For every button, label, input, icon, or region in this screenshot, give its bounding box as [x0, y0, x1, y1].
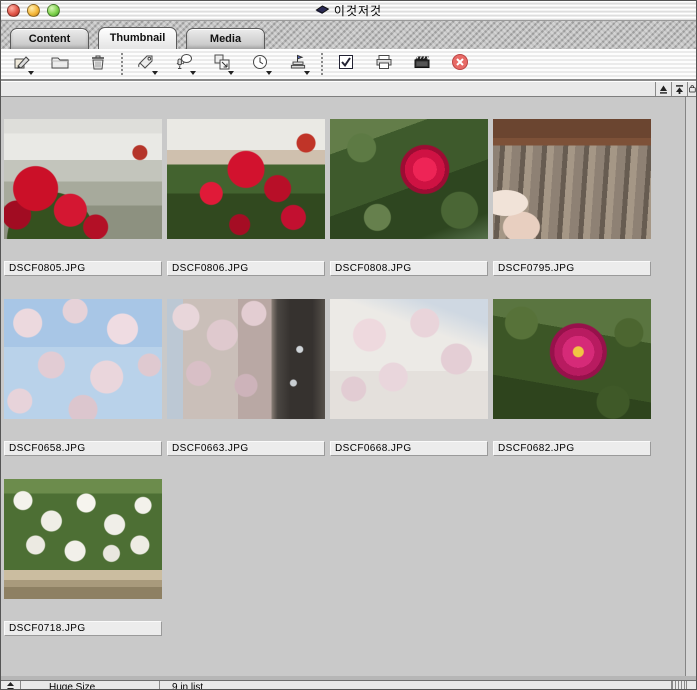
- folder-icon: [50, 52, 70, 77]
- trash-icon: [88, 52, 108, 77]
- status-bar-row: Huge Size 9 in list: [1, 681, 696, 689]
- edit-label-button[interactable]: [9, 51, 35, 77]
- thumbnail-cell: DSCF0806.JPG: [167, 119, 330, 299]
- tab-thumbnail[interactable]: Thumbnail: [98, 27, 177, 49]
- print-button[interactable]: [371, 51, 397, 77]
- sort-ascending-button[interactable]: [655, 82, 671, 96]
- media-icon: [412, 52, 432, 77]
- window-title: 이것저것: [334, 2, 382, 19]
- status-bar: Huge Size 9 in list: [1, 676, 696, 689]
- thumbnail-filename[interactable]: DSCF0682.JPG: [493, 441, 651, 456]
- thumbnail-image[interactable]: [167, 119, 325, 239]
- window-title-group: 이것저것: [315, 2, 382, 20]
- toolbar-group: [333, 51, 473, 77]
- thumbnail-content: DSCF0805.JPG DSCF0806.JPG DSCF0808.JPG DSCF…: [1, 97, 696, 678]
- thumbnail-image[interactable]: [167, 299, 325, 419]
- thumbnail-filename[interactable]: DSCF0718.JPG: [4, 621, 162, 636]
- thumbnail-filename[interactable]: DSCF0806.JPG: [167, 261, 325, 276]
- voice-annotation-button[interactable]: [171, 51, 197, 77]
- book-icon: [315, 2, 329, 20]
- scrollbar-corner: [686, 681, 696, 689]
- close-red-button[interactable]: [447, 51, 473, 77]
- thumbnail-cell: DSCF0682.JPG: [493, 299, 656, 479]
- dropdown-caret-icon: [28, 71, 34, 75]
- thumbnail-filename[interactable]: DSCF0668.JPG: [330, 441, 488, 456]
- tab-media[interactable]: Media: [186, 28, 265, 49]
- tab-bar: Content Thumbnail Media: [1, 21, 696, 49]
- dropdown-caret-icon: [190, 71, 196, 75]
- thumbnail-image[interactable]: [4, 479, 162, 599]
- thumbnail-image[interactable]: [330, 299, 488, 419]
- thumbnail-cell: DSCF0718.JPG: [4, 479, 167, 659]
- thumbnail-filename[interactable]: DSCF0808.JPG: [330, 261, 488, 276]
- title-bar: 이것저것: [1, 1, 696, 21]
- sort-extra-button[interactable]: [687, 82, 696, 96]
- thumbnail-cell: DSCF0805.JPG: [4, 119, 167, 299]
- checkbox-button[interactable]: [333, 51, 359, 77]
- thumbnail-cell: DSCF0668.JPG: [330, 299, 493, 479]
- thumbnail-size-selector[interactable]: Huge Size: [21, 681, 160, 689]
- sort-buttons: [655, 82, 696, 96]
- dropdown-caret-icon: [266, 71, 272, 75]
- thumbnail-filename[interactable]: DSCF0805.JPG: [4, 261, 162, 276]
- resize-button[interactable]: [209, 51, 235, 77]
- tab-content[interactable]: Content: [10, 28, 89, 49]
- thumbnail-cell: DSCF0795.JPG: [493, 119, 656, 299]
- thumbnail-grid: DSCF0805.JPG DSCF0806.JPG DSCF0808.JPG DSCF…: [4, 119, 684, 659]
- checkbox-icon: [336, 52, 356, 77]
- dropdown-caret-icon: [228, 71, 234, 75]
- media-button[interactable]: [409, 51, 435, 77]
- app-window: 이것저것 ContentThumbnailMedia DSCF0805.JPGD…: [0, 0, 697, 690]
- thumbnail-image[interactable]: [4, 119, 162, 239]
- thumbnail-filename[interactable]: DSCF0795.JPG: [493, 261, 651, 276]
- print-icon: [374, 52, 394, 77]
- sort-top-button[interactable]: [671, 82, 687, 96]
- dropdown-caret-icon: [304, 71, 310, 75]
- thumbnail-image[interactable]: [493, 299, 651, 419]
- send-button[interactable]: [285, 51, 311, 77]
- folder-button[interactable]: [47, 51, 73, 77]
- tag-button[interactable]: [133, 51, 159, 77]
- zoom-button[interactable]: [47, 4, 60, 17]
- close-red-icon: [450, 52, 470, 77]
- toolbar: [1, 49, 696, 81]
- toolbar-group: [9, 51, 111, 77]
- thumbnail-cell: DSCF0658.JPG: [4, 299, 167, 479]
- thumbnail-filename[interactable]: DSCF0658.JPG: [4, 441, 162, 456]
- dropdown-caret-icon: [152, 71, 158, 75]
- close-button[interactable]: [7, 4, 20, 17]
- header-bar: [1, 81, 696, 97]
- minimize-button[interactable]: [27, 4, 40, 17]
- item-count-label: 9 in list: [160, 681, 672, 689]
- toolbar-group: [133, 51, 311, 77]
- thumbnail-image[interactable]: [493, 119, 651, 239]
- toolbar-separator: [121, 53, 123, 75]
- trash-button[interactable]: [85, 51, 111, 77]
- thumbnail-filename[interactable]: DSCF0663.JPG: [167, 441, 325, 456]
- thumbnail-cell: DSCF0808.JPG: [330, 119, 493, 299]
- vertical-scrollbar[interactable]: [685, 97, 696, 678]
- updown-arrows-icon[interactable]: [1, 681, 21, 689]
- toolbar-separator: [321, 53, 323, 75]
- clock-button[interactable]: [247, 51, 273, 77]
- thumbnail-image[interactable]: [330, 119, 488, 239]
- thumbnail-image[interactable]: [4, 299, 162, 419]
- resize-grip[interactable]: [672, 681, 686, 689]
- thumbnail-cell: DSCF0663.JPG: [167, 299, 330, 479]
